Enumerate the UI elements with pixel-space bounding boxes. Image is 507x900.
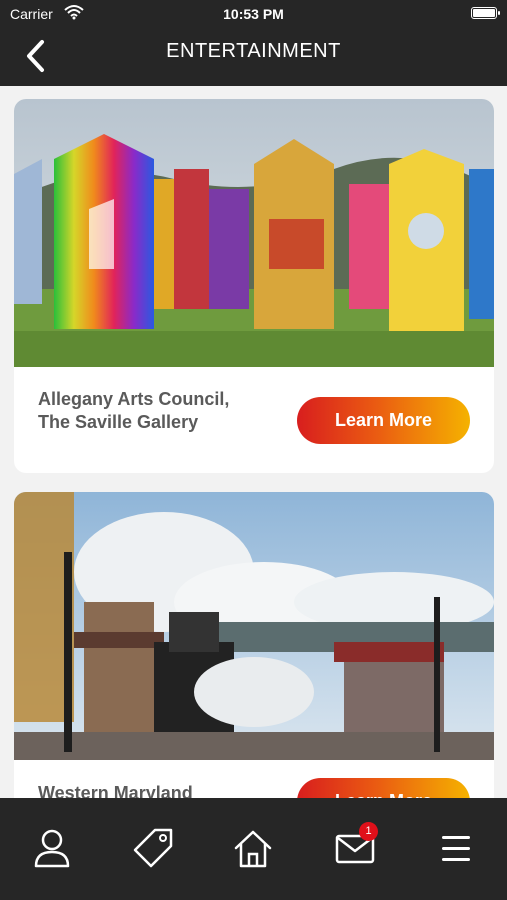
menu-icon[interactable] bbox=[434, 826, 478, 870]
learn-more-button[interactable]: Learn More bbox=[297, 397, 470, 444]
nav-bar: ENTERTAINMENT bbox=[0, 28, 507, 86]
learn-more-button[interactable]: Learn More bbox=[297, 778, 470, 798]
venue-name: Allegany Arts Council, The Saville Galle… bbox=[38, 389, 230, 432]
venue-card[interactable]: Allegany Arts Council, The Saville Galle… bbox=[14, 99, 494, 473]
venue-name: Western Maryland bbox=[38, 783, 193, 798]
status-bar: Carrier 10:53 PM bbox=[0, 0, 507, 28]
user-icon[interactable] bbox=[30, 826, 74, 870]
venue-card[interactable]: Western Maryland Learn More bbox=[14, 492, 494, 798]
battery-icon bbox=[471, 7, 500, 19]
page-title: ENTERTAINMENT bbox=[166, 40, 341, 62]
home-icon[interactable] bbox=[231, 826, 275, 870]
venue-image bbox=[14, 99, 494, 367]
messages-tab[interactable]: 1 bbox=[333, 822, 378, 870]
notification-badge: 1 bbox=[359, 822, 378, 841]
venue-list[interactable]: Allegany Arts Council, The Saville Galle… bbox=[0, 86, 507, 798]
status-time: 10:53 PM bbox=[223, 6, 284, 22]
venue-image bbox=[14, 492, 494, 760]
tab-bar: 1 bbox=[0, 798, 507, 900]
tag-icon[interactable] bbox=[131, 826, 175, 870]
